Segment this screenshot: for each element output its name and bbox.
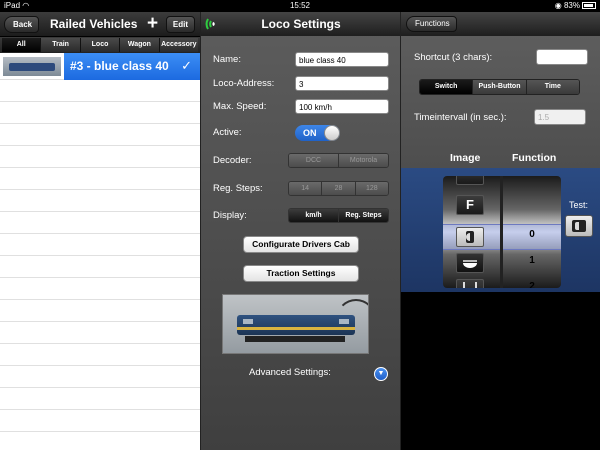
active-label: Active: [213, 127, 242, 138]
function-number: 1 [529, 255, 535, 266]
picker-row[interactable]: 2 [443, 276, 561, 288]
decoder-label: Decoder: [213, 155, 252, 166]
image-column-header: Image [450, 152, 481, 164]
picker-row[interactable] [443, 176, 561, 188]
vehicle-list-item[interactable]: #3 - blue class 40 ✓ [0, 53, 200, 80]
lock-rotation-icon: ◉ [554, 1, 562, 10]
mode-segmented: Switch Push-Button Time [419, 79, 580, 95]
battery-indicator: ◉ 83% [555, 1, 596, 10]
display-kmh[interactable]: km/h [289, 209, 339, 222]
back-button[interactable]: Back [4, 16, 40, 33]
test-function-button[interactable] [565, 215, 593, 237]
edit-button[interactable]: Edit [165, 16, 195, 33]
status-bar: iPad ◠ 15:52 ◉ 83% [0, 0, 600, 12]
vehicle-label: #3 - blue class 40 [70, 59, 169, 73]
steps-28[interactable]: 28 [322, 182, 356, 195]
loco-settings-navbar: Loco Settings [201, 12, 400, 36]
vehicle-filter-segmented: All Train Loco Wagon Accessory [0, 37, 200, 53]
empty-list-rows [0, 80, 200, 450]
active-row: Active: ON [201, 123, 401, 143]
mode-time[interactable]: Time [526, 80, 579, 94]
functions-navbar: Functions [401, 12, 600, 36]
name-field[interactable]: blue class 40 [295, 52, 389, 67]
name-label: Name: [213, 54, 241, 65]
function-number: 0 [529, 229, 535, 240]
decoder-segmented: DCC Motorola [288, 153, 389, 168]
picker-row[interactable]: F [443, 192, 561, 218]
loco-settings-panel: Loco Settings Name: blue class 40 Loco-A… [200, 12, 400, 450]
display-reg-steps[interactable]: Reg. Steps [339, 209, 388, 222]
address-row: Loco-Address: 3 [201, 74, 401, 94]
test-label: Test: [569, 200, 589, 210]
address-field[interactable]: 3 [295, 76, 389, 91]
speed-field[interactable]: 100 km/h [295, 99, 389, 114]
steps-label: Reg. Steps: [213, 183, 263, 194]
filter-loco[interactable]: Loco [80, 38, 121, 52]
picker-row[interactable]: 1 [443, 250, 561, 276]
shortcut-label: Shortcut (3 chars): [414, 52, 493, 63]
display-row: Display: km/h Reg. Steps [201, 206, 401, 226]
mode-switch[interactable]: Switch [420, 80, 474, 94]
speed-label: Max. Speed: [213, 101, 267, 112]
f-icon: F [456, 195, 484, 215]
decoder-row: Decoder: DCC Motorola [201, 151, 401, 171]
loco-photo[interactable] [222, 294, 369, 354]
filter-wagon[interactable]: Wagon [120, 38, 160, 52]
function-number: 2 [529, 281, 535, 288]
vehicles-panel: Back Railed Vehicles + Edit All Train Lo… [0, 12, 200, 450]
chevron-down-icon[interactable]: ▼ [374, 367, 388, 381]
dome-light-icon [456, 253, 484, 273]
active-toggle[interactable]: ON [295, 125, 340, 141]
shortcut-field[interactable] [536, 49, 588, 65]
headlight-icon [456, 227, 484, 247]
headlight-icon [572, 220, 586, 232]
function-settings: Shortcut (3 chars): Switch Push-Button T… [401, 36, 600, 292]
name-row: Name: blue class 40 [201, 50, 401, 70]
function-picker-area: F 0 1 2 Test: [401, 168, 600, 292]
loco-settings-title: Loco Settings [261, 17, 341, 31]
steps-14[interactable]: 14 [289, 182, 323, 195]
filter-train[interactable]: Train [41, 38, 81, 52]
filter-all[interactable]: All [2, 38, 42, 52]
battery-icon [582, 2, 596, 9]
mode-push-button[interactable]: Push-Button [473, 80, 527, 94]
decoder-motorola[interactable]: Motorola [339, 154, 388, 167]
display-segmented: km/h Reg. Steps [288, 208, 389, 223]
advanced-settings-label: Advanced Settings: [249, 367, 331, 378]
traction-settings-button[interactable]: Traction Settings [243, 265, 359, 282]
vehicles-title: Railed Vehicles [50, 17, 138, 31]
steps-128[interactable]: 128 [355, 182, 388, 195]
interval-label: Timeintervall (in sec.): [414, 112, 507, 123]
interval-field[interactable]: 1.5 [534, 109, 586, 125]
decoder-dcc[interactable]: DCC [289, 154, 339, 167]
cab-light-icon [456, 279, 484, 288]
clock: 15:52 [289, 1, 311, 10]
image-function-picker[interactable]: F 0 1 2 [443, 176, 561, 288]
steps-row: Reg. Steps: 14 28 128 [201, 179, 401, 199]
function-column-header: Function [512, 152, 557, 164]
toggle-knob [324, 125, 340, 141]
address-label: Loco-Address: [213, 78, 275, 89]
filter-accessory[interactable]: Accessory [159, 38, 199, 52]
functions-panel: Functions Shortcut (3 chars): Switch Pus… [400, 12, 600, 450]
vehicle-thumbnail [3, 57, 61, 76]
picker-row[interactable]: 0 [443, 224, 561, 250]
vehicles-navbar: Back Railed Vehicles + Edit [0, 12, 200, 37]
checkmark-icon: ✓ [181, 58, 192, 73]
blank-icon [456, 176, 484, 185]
configure-cab-button[interactable]: Configurate Drivers Cab [243, 236, 359, 253]
steps-segmented: 14 28 128 [288, 181, 389, 196]
functions-back-button[interactable]: Functions [406, 16, 457, 32]
add-vehicle-button[interactable]: + [147, 13, 158, 35]
display-label: Display: [213, 210, 247, 221]
speed-row: Max. Speed: 100 km/h [201, 97, 401, 117]
